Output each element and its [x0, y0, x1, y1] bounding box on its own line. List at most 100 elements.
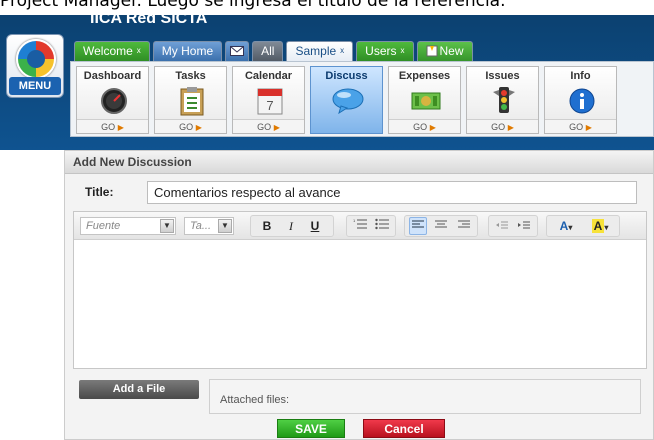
close-icon[interactable]: x [340, 46, 344, 55]
go-link[interactable]: GO ▶ [545, 119, 616, 133]
chevron-down-icon: ▾ [604, 223, 609, 232]
numbered-list-icon: 1 [353, 218, 367, 229]
top-tab-bar: Welcome x My Home All Sample x Users x New [74, 41, 473, 61]
add-discussion-panel: Add New Discussion Title: Comentarios re… [64, 150, 654, 440]
go-arrow-icon: ▶ [507, 123, 514, 132]
tab-my-home[interactable]: My Home [152, 41, 223, 61]
menu-label: MENU [9, 77, 61, 95]
editor-content-area[interactable] [74, 240, 646, 368]
go-label: GO [491, 122, 506, 132]
chevron-down-icon: ▾ [568, 223, 573, 232]
go-label: GO [257, 122, 272, 132]
go-label: GO [101, 122, 116, 132]
module-discuss[interactable]: Discuss [310, 66, 383, 134]
go-label: GO [413, 122, 428, 132]
tab-welcome[interactable]: Welcome x [74, 41, 150, 61]
highlight-color-button[interactable]: A ▾ [585, 217, 615, 235]
svg-text:1: 1 [353, 218, 356, 223]
tab-users-label: Users [365, 44, 397, 58]
align-right-button[interactable] [455, 217, 473, 235]
module-label: Discuss [325, 70, 368, 82]
go-arrow-icon: ▶ [273, 123, 280, 132]
go-link[interactable]: GO ▶ [389, 119, 460, 133]
bullet-list-icon [375, 218, 389, 230]
numbered-list-button[interactable]: 1 [351, 217, 369, 235]
chevron-down-icon: ▼ [218, 219, 232, 233]
module-tasks[interactable]: Tasks GO ▶ [154, 66, 227, 134]
module-toolbar: Dashboard GO ▶ Tasks GO ▶ Calendar 7 GO … [70, 61, 654, 137]
tab-sample-label: Sample [295, 44, 337, 58]
save-button[interactable]: SAVE [277, 419, 345, 438]
font-family-select[interactable]: Fuente ▼ [80, 217, 176, 235]
close-icon[interactable]: x [137, 46, 141, 55]
module-dashboard[interactable]: Dashboard GO ▶ [76, 66, 149, 134]
go-link[interactable]: GO ▶ [233, 119, 304, 133]
tab-users[interactable]: Users x [356, 41, 414, 61]
app-title: IICA Red SICTA [90, 10, 208, 27]
module-info[interactable]: Info GO ▶ [544, 66, 617, 134]
outdent-icon [496, 221, 508, 229]
highlight-label: A [591, 219, 605, 233]
font-color-button[interactable]: A▾ [551, 217, 581, 235]
module-expenses[interactable]: Expenses GO ▶ [388, 66, 461, 134]
close-icon[interactable]: x [401, 46, 405, 55]
tab-new[interactable]: New [416, 41, 473, 61]
underline-button[interactable]: U [306, 217, 324, 235]
align-center-button[interactable] [432, 217, 450, 235]
go-link[interactable]: GO ▶ [155, 119, 226, 133]
go-arrow-icon: ▶ [429, 123, 436, 132]
title-input[interactable]: Comentarios respecto al avance [147, 181, 637, 204]
go-arrow-icon: ▶ [195, 123, 202, 132]
bullet-list-button[interactable] [373, 217, 391, 235]
money-icon [410, 85, 442, 117]
go-arrow-icon: ▶ [585, 123, 592, 132]
panel-heading: Add New Discussion [65, 151, 653, 174]
font-family-placeholder: Fuente [86, 220, 121, 232]
go-link[interactable]: GO ▶ [467, 119, 538, 133]
module-label: Calendar [244, 70, 293, 82]
title-label: Title: [85, 185, 114, 199]
add-file-button[interactable]: Add a File [79, 380, 199, 399]
tab-my-home-label: My Home [161, 44, 214, 58]
go-label: GO [179, 122, 194, 132]
module-label: Dashboard [83, 70, 142, 82]
app-logo-icon [16, 39, 56, 79]
clipboard-icon [176, 85, 208, 117]
outdent-button[interactable] [493, 217, 511, 235]
editor-toolbar: Fuente ▼ Ta... ▼ B I U 1 A▾ A ▾ [74, 212, 646, 240]
module-label: Info [570, 70, 591, 82]
cancel-button[interactable]: Cancel [363, 419, 445, 438]
italic-button[interactable]: I [282, 217, 300, 235]
speech-bubble-icon [332, 85, 364, 117]
rich-text-editor: Fuente ▼ Ta... ▼ B I U 1 A▾ A ▾ [73, 211, 647, 369]
go-link[interactable]: GO ▶ [77, 119, 148, 133]
new-item-icon [426, 45, 438, 57]
tab-all[interactable]: All [252, 41, 284, 61]
calendar-icon: 7 [254, 85, 286, 117]
tab-welcome-label: Welcome [83, 44, 133, 58]
tab-mail[interactable] [225, 41, 250, 61]
indent-button[interactable] [515, 217, 533, 235]
chevron-down-icon: ▼ [160, 219, 174, 233]
font-size-select[interactable]: Ta... ▼ [184, 217, 234, 235]
calendar-day: 7 [266, 98, 273, 113]
module-label: Tasks [175, 70, 206, 82]
module-calendar[interactable]: Calendar 7 GO ▶ [232, 66, 305, 134]
tab-new-label: New [439, 44, 464, 58]
attached-files-label: Attached files: [220, 394, 290, 406]
bold-button[interactable]: B [258, 217, 276, 235]
align-left-button[interactable] [409, 217, 427, 235]
menu-button[interactable]: MENU [6, 34, 64, 98]
indent-icon [518, 221, 530, 229]
attached-files-box: Attached files: [209, 379, 641, 414]
module-label: Expenses [398, 70, 451, 82]
go-label: GO [569, 122, 584, 132]
tab-sample[interactable]: Sample x [286, 41, 354, 61]
traffic-light-icon [488, 85, 520, 117]
module-label: Issues [485, 70, 520, 82]
info-icon [566, 85, 598, 117]
tab-all-label: All [261, 44, 275, 58]
align-left-icon [412, 220, 424, 228]
module-issues[interactable]: Issues GO ▶ [466, 66, 539, 134]
mail-icon [230, 46, 245, 56]
